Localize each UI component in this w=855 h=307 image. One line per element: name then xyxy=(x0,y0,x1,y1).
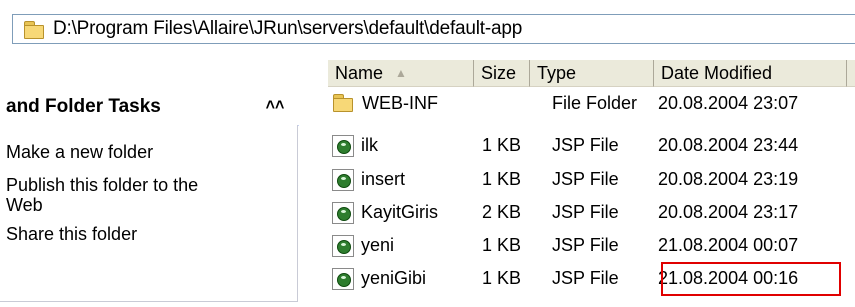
address-path: D:\Program Files\Allaire\JRun\servers\de… xyxy=(53,18,523,39)
sort-ascending-icon: ▲ xyxy=(395,66,407,80)
share-folder-link[interactable]: Share this folder xyxy=(6,224,137,244)
file-date: 20.08.2004 23:17 xyxy=(658,202,799,222)
publish-folder-link[interactable]: Publish this folder to the Web xyxy=(6,175,198,215)
folder-tasks-header[interactable]: and Folder Tasks ˄˄ xyxy=(0,89,299,126)
column-header-name-label: Name xyxy=(335,63,384,83)
file-row-ilk[interactable]: ilk 1 KB JSP File 20.08.2004 23:44 xyxy=(328,131,855,160)
file-size: 1 KB xyxy=(482,268,522,288)
file-size: 1 KB xyxy=(482,235,522,255)
column-header-date-modified[interactable]: Date Modified xyxy=(654,60,847,87)
folder-icon xyxy=(332,93,354,115)
make-new-folder-link[interactable]: Make a new folder xyxy=(6,142,153,162)
file-date: 20.08.2004 23:44 xyxy=(658,135,799,155)
jsp-file-icon xyxy=(332,202,354,224)
jsp-file-icon xyxy=(332,268,354,290)
jsp-file-icon xyxy=(332,135,354,157)
file-type: File Folder xyxy=(552,93,638,113)
file-name: insert xyxy=(361,169,406,189)
column-header-size[interactable]: Size xyxy=(474,60,530,87)
folder-tasks-title: and Folder Tasks xyxy=(6,96,161,117)
file-type: JSP File xyxy=(552,169,619,189)
file-row-insert[interactable]: insert 1 KB JSP File 20.08.2004 23:19 xyxy=(328,165,855,194)
file-size: 1 KB xyxy=(482,135,522,155)
column-header-type[interactable]: Type xyxy=(530,60,654,87)
column-header-size-label: Size xyxy=(481,63,517,83)
column-header-name[interactable]: Name ▲ xyxy=(328,60,474,87)
file-date: 21.08.2004 00:07 xyxy=(658,235,799,255)
folder-tasks-body: Make a new folder Publish this folder to… xyxy=(0,125,298,302)
file-size: 2 KB xyxy=(482,202,522,222)
column-header-date-label: Date Modified xyxy=(661,63,773,83)
file-type: JSP File xyxy=(552,268,619,288)
address-bar[interactable]: D:\Program Files\Allaire\JRun\servers\de… xyxy=(12,14,855,44)
collapse-chevron-icon[interactable]: ˄˄ xyxy=(265,97,285,117)
highlight-annotation-box xyxy=(661,262,841,296)
file-row-kayitgiris[interactable]: KayitGiris 2 KB JSP File 20.08.2004 23:1… xyxy=(328,198,855,227)
file-row-yeni[interactable]: yeni 1 KB JSP File 21.08.2004 00:07 xyxy=(328,231,855,260)
file-size: 1 KB xyxy=(482,169,522,189)
file-type: JSP File xyxy=(552,202,619,222)
folder-tasks-pane: and Folder Tasks ˄˄ Make a new folder Pu… xyxy=(0,89,299,302)
file-type: JSP File xyxy=(552,135,619,155)
file-name: KayitGiris xyxy=(361,202,439,222)
file-type: JSP File xyxy=(552,235,619,255)
column-header-filler xyxy=(847,60,855,87)
file-name: yeniGibi xyxy=(361,268,427,288)
file-date: 20.08.2004 23:07 xyxy=(658,93,799,113)
folder-icon xyxy=(23,20,45,39)
file-name: ilk xyxy=(361,135,378,155)
file-row-web-inf[interactable]: WEB-INF File Folder 20.08.2004 23:07 xyxy=(328,89,855,118)
file-name: yeni xyxy=(361,235,395,255)
file-date: 20.08.2004 23:19 xyxy=(658,169,799,189)
file-name: WEB-INF xyxy=(362,93,438,113)
jsp-file-icon xyxy=(332,169,354,191)
jsp-file-icon xyxy=(332,235,354,257)
column-header-type-label: Type xyxy=(537,63,577,83)
